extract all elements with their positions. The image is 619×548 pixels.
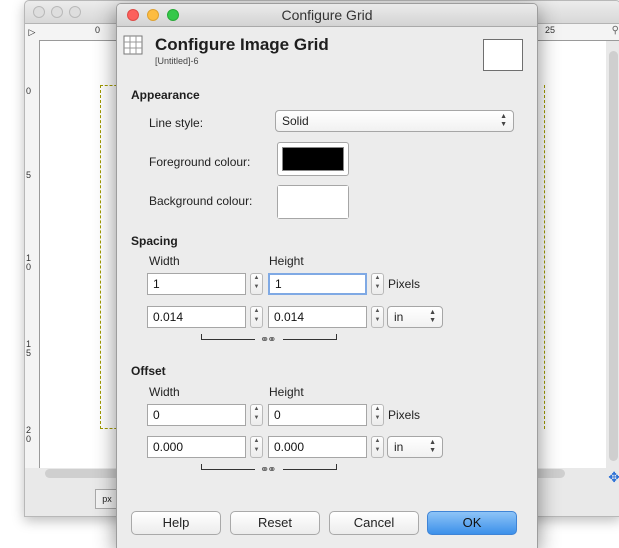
spacing-unit-value: in [394,310,404,324]
spacing-height-px-input[interactable] [268,273,367,295]
reset-button[interactable]: Reset [230,511,320,535]
ok-button[interactable]: OK [427,511,517,535]
offset-section-label: Offset [131,364,166,378]
spacing-height-label: Height [269,254,304,268]
dialog-subtitle: [Untitled]-6 [155,56,199,66]
offset-unit-value: in [394,440,404,454]
offset-width-px-input[interactable] [147,404,246,426]
spacing-width-px-input[interactable] [147,273,246,295]
line-style-label: Line style: [149,116,204,130]
ruler-top-label: 25 [545,25,556,35]
ruler-left-label: 10 [26,253,32,272]
chain-link-icon: ⚭⚭ [260,464,277,476]
navigate-icon[interactable]: ✥ [608,469,619,486]
chain-bracket [283,339,337,340]
select-arrows-icon: ▲ ▼ [429,309,436,324]
zoom-icon[interactable]: ⚲ [612,25,619,36]
offset-height-in-input[interactable] [268,436,367,458]
grid-icon [123,35,143,55]
spinner-arrows-icon[interactable]: ▲ ▼ [250,273,263,295]
configure-grid-dialog: Configure Grid Configure Image Grid [Unt… [116,3,538,548]
canvas-selection-boundary [544,85,545,429]
background-colour-label: Background colour: [149,194,253,208]
window-title: Configure Grid [281,7,373,23]
dialog-titlebar[interactable]: Configure Grid [117,4,537,27]
background-colour-swatch [278,186,348,218]
ruler-left-label: 15 [26,339,32,358]
ruler-corner-icon[interactable]: ▷ [25,24,40,41]
background-colour-button[interactable] [277,185,349,219]
offset-height-label: Height [269,385,304,399]
spacing-chain-button[interactable]: ⚭⚭ [201,334,337,346]
ruler-top-label: 0 [95,25,101,35]
spinner-arrows-icon[interactable]: ▲ ▼ [371,306,384,328]
offset-width-in-input[interactable] [147,436,246,458]
offset-width-label: Width [149,385,180,399]
ruler-left-label: 0 [26,86,32,96]
offset-unit-select[interactable]: in ▲ ▼ [387,436,443,458]
chain-bracket [201,339,255,340]
spacing-width-label: Width [149,254,180,268]
image-preview [483,39,523,71]
line-style-select[interactable]: Solid ▲ ▼ [275,110,514,132]
spinner-arrows-icon[interactable]: ▲ ▼ [371,436,384,458]
bg-zoom-button[interactable] [69,6,81,18]
spinner-arrows-icon[interactable]: ▲ ▼ [250,436,263,458]
spinner-arrows-icon[interactable]: ▲ ▼ [250,404,263,426]
chain-bracket [201,469,255,470]
chain-link-icon: ⚭⚭ [260,334,277,346]
chain-bracket [336,464,337,470]
bg-close-button[interactable] [33,6,45,18]
chain-bracket [336,334,337,340]
bg-minimize-button[interactable] [51,6,63,18]
spacing-unit-select[interactable]: in ▲ ▼ [387,306,443,328]
cancel-button[interactable]: Cancel [329,511,419,535]
dialog-header: Configure Image Grid [Untitled]-6 [117,27,537,73]
ruler-left-label: 20 [26,425,32,444]
vertical-ruler[interactable]: 0 5 10 15 20 [25,40,40,468]
offset-height-px-input[interactable] [268,404,367,426]
spacing-pixels-label: Pixels [388,277,421,291]
select-arrows-icon: ▲ ▼ [500,113,507,128]
line-style-value: Solid [282,114,309,128]
offset-pixels-label: Pixels [388,408,421,422]
spacing-section-label: Spacing [131,234,178,248]
appearance-section-label: Appearance [131,88,200,102]
spacing-height-in-input[interactable] [268,306,367,328]
foreground-colour-label: Foreground colour: [149,155,251,169]
foreground-colour-button[interactable] [277,142,349,176]
spacing-width-in-input[interactable] [147,306,246,328]
help-button[interactable]: Help [131,511,221,535]
vertical-scrollbar[interactable] [609,51,618,461]
spinner-arrows-icon[interactable]: ▲ ▼ [250,306,263,328]
spinner-arrows-icon[interactable]: ▲ ▼ [371,273,384,295]
ruler-left-label: 5 [26,170,32,180]
spinner-arrows-icon[interactable]: ▲ ▼ [371,404,384,426]
foreground-colour-swatch [282,147,344,171]
select-arrows-icon: ▲ ▼ [429,439,436,454]
dialog-title: Configure Image Grid [155,35,329,54]
offset-chain-button[interactable]: ⚭⚭ [201,464,337,476]
chain-bracket [283,469,337,470]
